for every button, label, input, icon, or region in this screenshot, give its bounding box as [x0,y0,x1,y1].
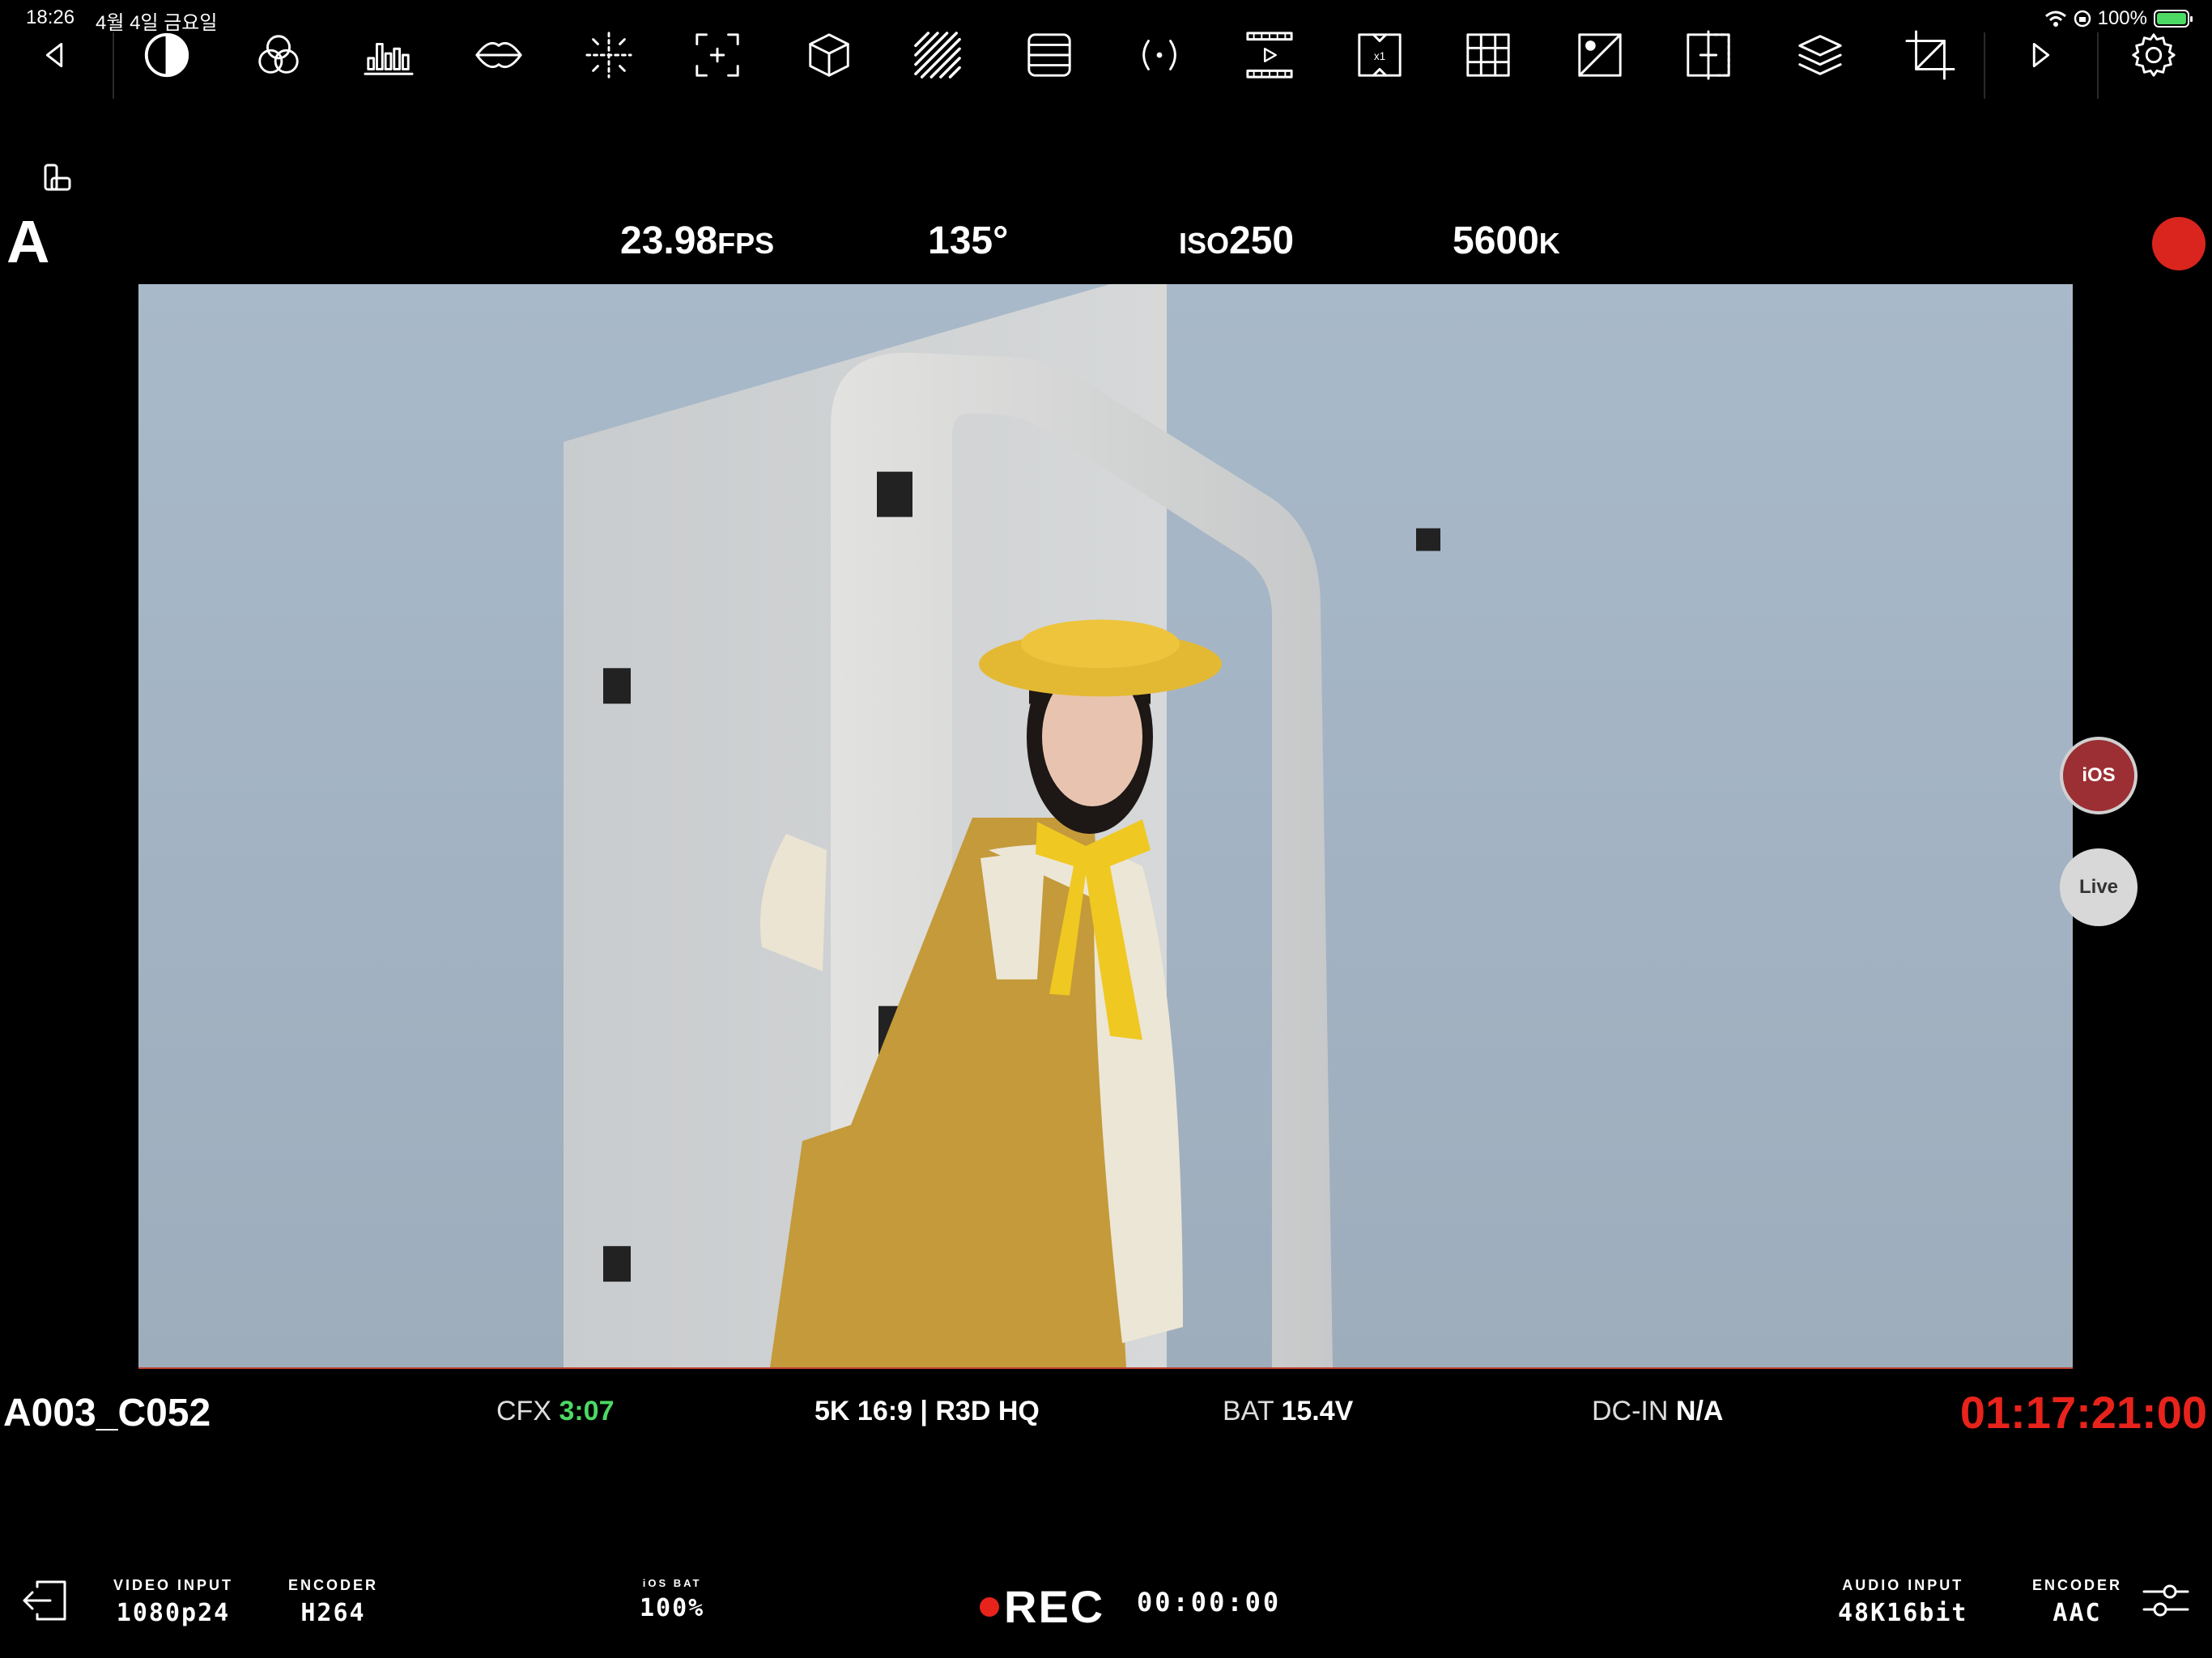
live-button[interactable]: Live [2060,848,2138,926]
record-indicator[interactable] [2152,217,2206,270]
fps-unit: FPS [717,227,775,260]
cube-lut-icon[interactable] [803,29,855,81]
white-balance-readout[interactable]: 5600K [1453,222,1560,261]
orientation-lock-icon [2074,10,2091,28]
desqueeze-icon[interactable]: x1 [1354,29,1406,81]
format-value: 5K 16:9 | R3D HQ [815,1396,1040,1426]
video-encoder-group[interactable]: ENCODER H264 [288,1577,378,1627]
device-orientation-icon[interactable] [40,162,73,194]
dcin-value: N/A [1675,1396,1724,1426]
dc-in-info: DC-IN N/A [1592,1396,1723,1427]
record-duration: 00:00:00 [1137,1587,1282,1618]
record-label: REC [1004,1581,1105,1632]
format-info: 5K 16:9 | R3D HQ [815,1396,1040,1427]
wb-value: 5600 [1453,219,1539,262]
frame-guide-icon[interactable] [691,29,743,81]
audio-input-group[interactable]: AUDIO INPUT 48K16bit [1838,1577,1968,1627]
wifi-icon [2044,11,2066,27]
video-input-value: 1080p24 [116,1599,231,1627]
crop-icon[interactable] [1904,29,1956,81]
exposure-icon[interactable] [1574,29,1626,81]
split-compare-icon[interactable] [1682,29,1734,81]
battery-icon [2154,10,2193,28]
audio-encoder-value: AAC [2052,1599,2102,1627]
ios-battery-group: iOS BAT 100% [640,1577,704,1622]
grid-icon[interactable] [1462,29,1514,81]
forward-icon[interactable] [2014,29,2066,81]
battery-info: BAT 15.4V [1223,1396,1353,1427]
video-input-label: VIDEO INPUT [113,1577,234,1593]
broadcast-icon[interactable] [1134,29,1185,81]
status-time: 18:26 [26,6,75,28]
cfx-info: CFX 3:07 [496,1396,615,1427]
filmstrip-play-icon[interactable] [1244,29,1295,81]
zebra-icon[interactable] [912,29,963,81]
iso-prefix: ISO [1179,227,1230,260]
adjustments-icon[interactable] [2141,1575,2191,1626]
record-button[interactable]: REC [980,1580,1104,1633]
video-input-group[interactable]: VIDEO INPUT 1080p24 [113,1577,233,1627]
camera-viewport[interactable] [138,284,2073,1369]
camera-label: A [6,208,50,275]
focus-peaking-icon[interactable] [583,29,635,81]
wb-unit: K [1538,227,1560,260]
histogram-icon[interactable] [363,29,415,81]
status-indicators: 100% [2044,6,2193,31]
toolbar-divider [1984,32,1985,99]
exit-icon[interactable] [19,1575,70,1626]
audio-input-value: 48K16bit [1838,1599,1968,1627]
color-channels-icon[interactable] [253,29,304,81]
timecode: 01:17:21:00 [1959,1387,2207,1438]
ios-bat-label: iOS BAT [642,1577,702,1589]
audio-input-label: AUDIO INPUT [1842,1577,1964,1593]
ios-button[interactable]: iOS [2060,737,2138,814]
waveform-icon[interactable] [473,29,525,81]
clip-name: A003_C052 [3,1392,211,1435]
cfx-value: 3:07 [559,1396,615,1426]
bat-value: 15.4V [1281,1396,1354,1426]
audio-encoder-label: ENCODER [2032,1577,2123,1593]
audio-encoder-group[interactable]: ENCODER AAC [2032,1577,2122,1627]
record-dot-icon [980,1596,999,1617]
svg-text:x1: x1 [1374,50,1385,62]
cfx-label: CFX [496,1396,551,1426]
settings-icon[interactable] [2128,29,2180,81]
iso-value: 250 [1229,219,1295,262]
battery-percent: 100% [2097,7,2147,29]
toolbar-divider [113,32,114,99]
toolbar-divider [2097,32,2099,99]
live-camera-feed [564,284,1440,1367]
fps-readout[interactable]: 23.98FPS [620,222,774,261]
iso-readout[interactable]: ISO250 [1179,222,1294,261]
ios-bat-value: 100% [640,1594,705,1622]
layers-icon[interactable] [1794,29,1846,81]
contrast-icon[interactable] [141,29,193,81]
dcin-label: DC-IN [1592,1396,1669,1426]
back-icon[interactable] [29,29,81,81]
video-encoder-value: H264 [300,1599,366,1627]
shutter-readout[interactable]: 135° [928,222,1008,261]
fps-value: 23.98 [620,219,718,262]
bat-label: BAT [1223,1396,1274,1426]
video-encoder-label: ENCODER [288,1577,379,1593]
false-color-icon[interactable] [1023,29,1075,81]
